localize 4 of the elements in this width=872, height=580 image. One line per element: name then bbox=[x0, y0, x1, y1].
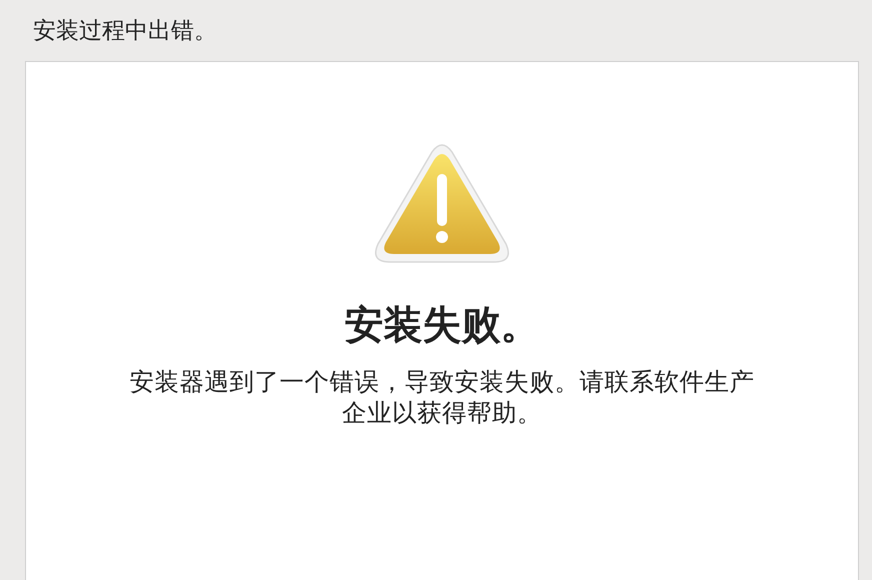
window-title: 安装过程中出错。 bbox=[33, 17, 217, 45]
warning-icon bbox=[374, 144, 510, 266]
error-heading: 安装失败。 bbox=[344, 302, 540, 350]
error-message: 安装器遇到了一个错误，导致安装失败。请联系软件生产企业以获得帮助。 bbox=[128, 366, 756, 428]
